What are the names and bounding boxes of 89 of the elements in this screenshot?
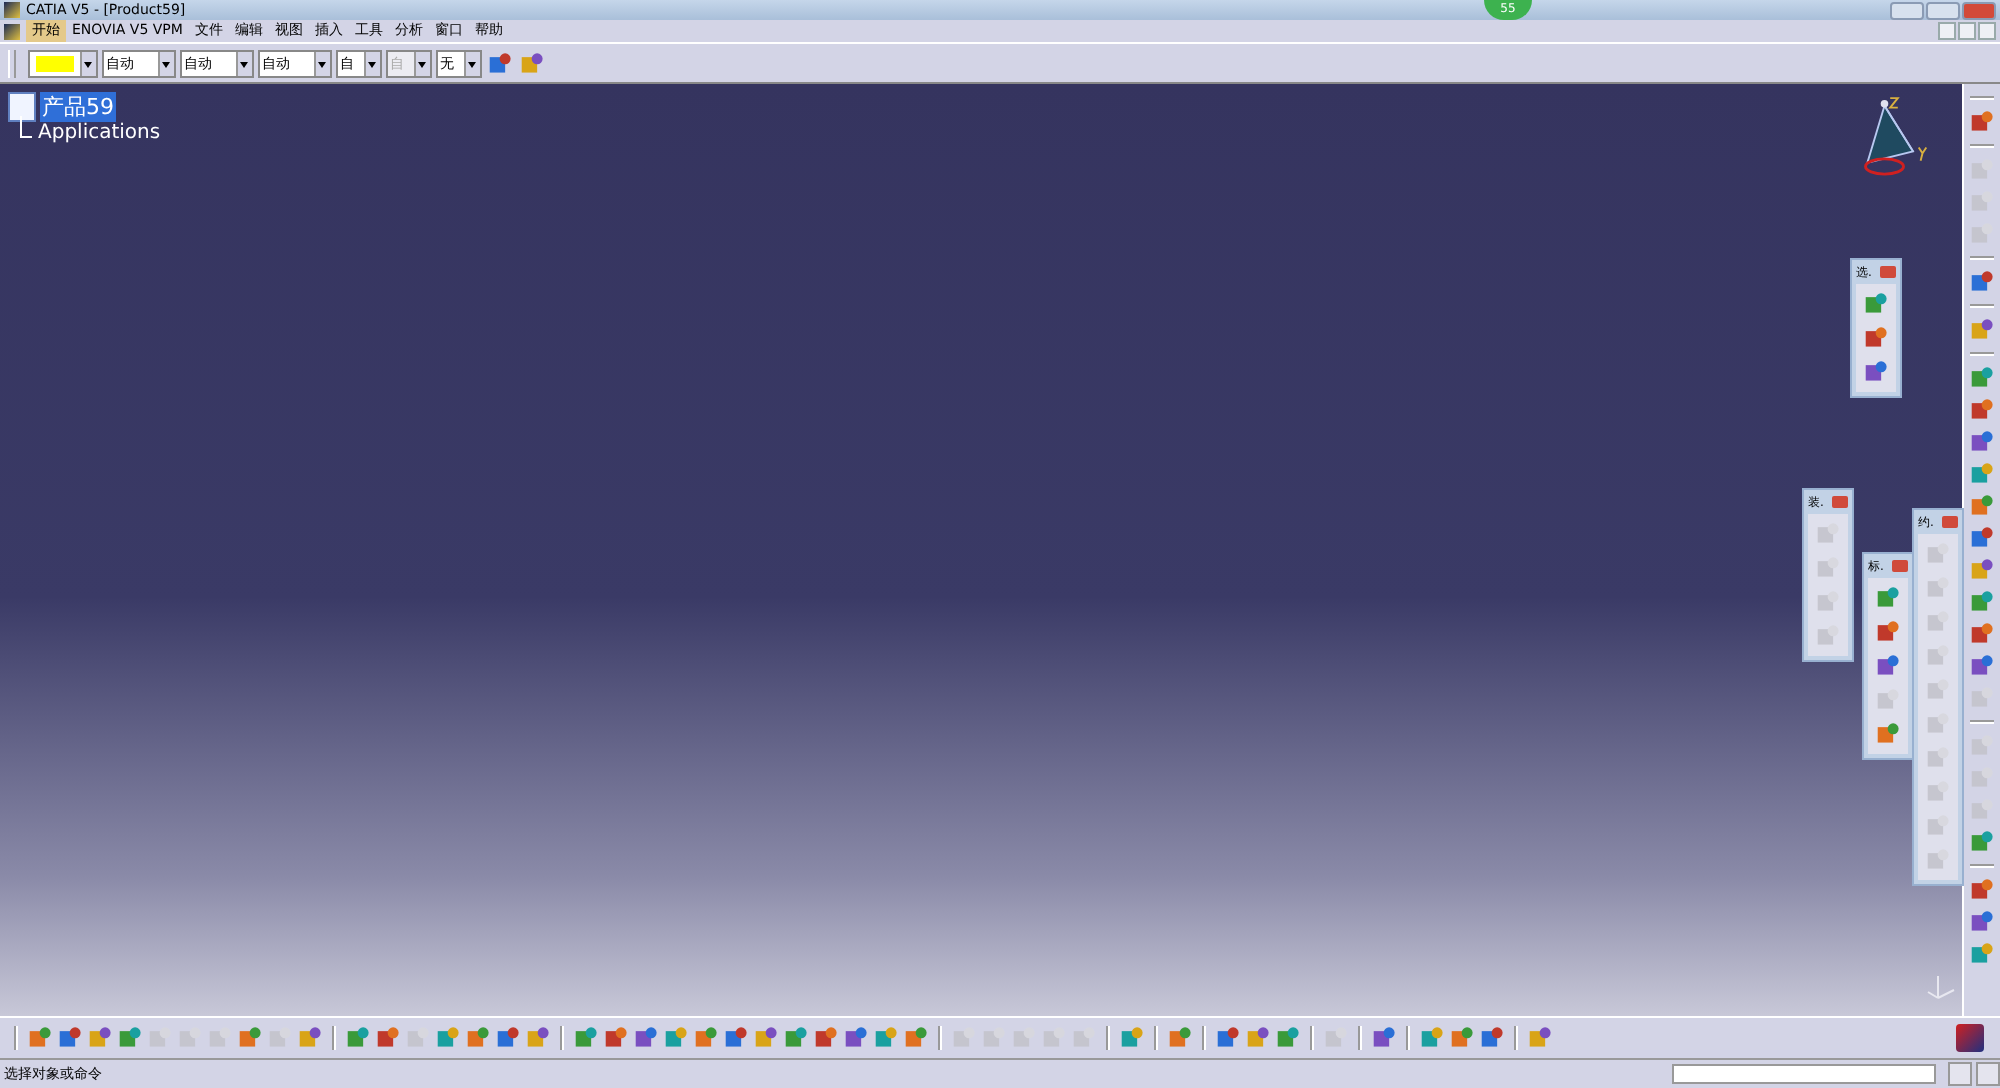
tree-node[interactable]: Applications [36, 122, 163, 144]
tool-button[interactable] [1862, 358, 1890, 386]
tool-button[interactable] [1526, 1024, 1554, 1052]
tool-button[interactable] [1874, 652, 1902, 680]
tool-button[interactable] [374, 1024, 402, 1052]
tool-button[interactable] [116, 1024, 144, 1052]
caret-icon [414, 51, 430, 75]
tool-button[interactable] [1968, 268, 1996, 296]
tool-button[interactable] [56, 1024, 84, 1052]
tool-button[interactable] [1874, 720, 1902, 748]
tool-button[interactable] [1968, 556, 1996, 584]
command-field[interactable] [1672, 1064, 1936, 1084]
close-button[interactable] [1942, 516, 1958, 528]
tool-button[interactable] [812, 1024, 840, 1052]
tool-button[interactable] [1968, 428, 1996, 456]
tool-button[interactable] [752, 1024, 780, 1052]
tool-button[interactable] [1244, 1024, 1272, 1052]
tool-button[interactable] [1874, 618, 1902, 646]
tool-button[interactable] [1968, 908, 1996, 936]
tool-button[interactable] [1968, 460, 1996, 488]
minimize-button[interactable] [1938, 22, 1956, 40]
color-dropdown[interactable] [28, 49, 98, 77]
restore-button[interactable] [1926, 1, 1960, 19]
tool-button[interactable] [1862, 290, 1890, 318]
logo-icon [1956, 1024, 1984, 1052]
close-button[interactable] [1962, 1, 1996, 19]
tool-button[interactable] [572, 1024, 600, 1052]
tool-button[interactable] [782, 1024, 810, 1052]
tool-button[interactable] [1968, 876, 1996, 904]
tool-button[interactable] [1968, 524, 1996, 552]
tool-button[interactable] [1274, 1024, 1302, 1052]
tool-button[interactable] [1370, 1024, 1398, 1052]
tool-button[interactable] [662, 1024, 690, 1052]
tool-button[interactable] [434, 1024, 462, 1052]
tool-button[interactable] [1118, 1024, 1146, 1052]
close-button[interactable] [1892, 560, 1908, 572]
tool-button[interactable] [1968, 316, 1996, 344]
tool-button[interactable] [1968, 828, 1996, 856]
toolbar-grip[interactable] [8, 49, 16, 77]
caret-icon [314, 51, 330, 75]
tree-node[interactable]: 产品59 [40, 92, 116, 122]
tool-button[interactable] [236, 1024, 264, 1052]
close-button[interactable] [1978, 22, 1996, 40]
tool-button[interactable] [872, 1024, 900, 1052]
minimize-button[interactable] [1890, 1, 1924, 19]
tool-button[interactable] [1862, 324, 1890, 352]
tool-button[interactable] [1968, 492, 1996, 520]
axis-icon [1926, 970, 1958, 1002]
tool-button[interactable] [296, 1024, 324, 1052]
restore-button[interactable] [1958, 22, 1976, 40]
tool-button[interactable] [1968, 620, 1996, 648]
tool-button[interactable] [494, 1024, 522, 1052]
status-button[interactable] [1948, 1062, 1972, 1086]
tool-button[interactable] [524, 1024, 552, 1052]
tool-button[interactable] [1448, 1024, 1476, 1052]
status-button[interactable] [1976, 1062, 2000, 1086]
tool-button[interactable] [344, 1024, 372, 1052]
tool-button[interactable] [692, 1024, 720, 1052]
tool-button[interactable] [1874, 584, 1902, 612]
tool-button[interactable] [1968, 588, 1996, 616]
tool-button[interactable] [1478, 1024, 1506, 1052]
tool-button[interactable] [86, 1024, 114, 1052]
tool-button[interactable] [1166, 1024, 1194, 1052]
tool-button[interactable] [1968, 652, 1996, 680]
tool-button[interactable] [1968, 940, 1996, 968]
tool-button[interactable] [1968, 108, 1996, 136]
tool-button[interactable] [26, 1024, 54, 1052]
color-swatch [36, 55, 74, 71]
close-button[interactable] [1880, 266, 1896, 278]
tool-button[interactable] [602, 1024, 630, 1052]
tool-button[interactable] [842, 1024, 870, 1052]
tool-button[interactable] [518, 49, 546, 77]
tree-connector [20, 116, 32, 138]
tool-button[interactable] [464, 1024, 492, 1052]
caret-icon [364, 51, 380, 75]
caret-icon [464, 51, 480, 75]
tool-button[interactable] [632, 1024, 660, 1052]
tool-button[interactable] [1968, 364, 1996, 392]
caret-icon [158, 51, 174, 75]
tool-button[interactable] [722, 1024, 750, 1052]
close-button[interactable] [1832, 496, 1848, 508]
tool-button[interactable] [486, 49, 514, 77]
document-icon [8, 92, 36, 122]
tool-button[interactable] [1968, 396, 1996, 424]
tool-button[interactable] [1214, 1024, 1242, 1052]
tool-button[interactable] [1418, 1024, 1446, 1052]
caret-icon [80, 51, 96, 75]
caret-icon [236, 51, 252, 75]
tool-button[interactable] [902, 1024, 930, 1052]
